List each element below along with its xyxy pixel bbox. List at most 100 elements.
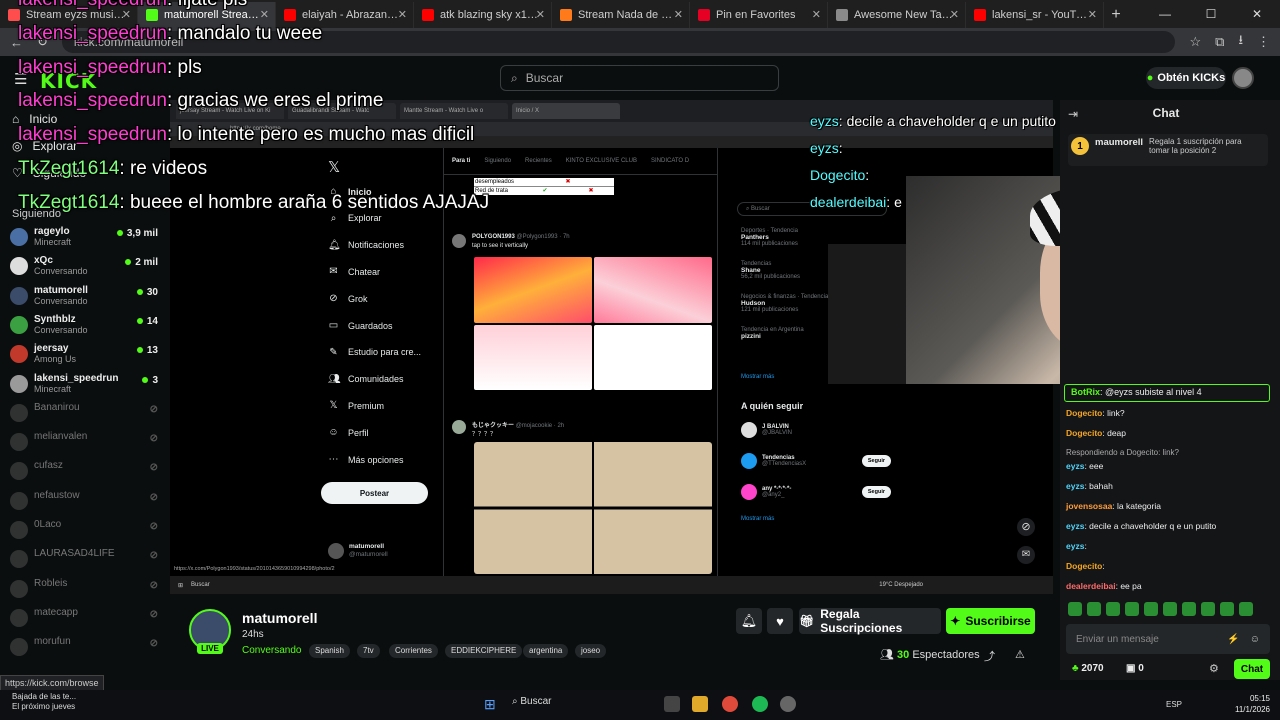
following-name: melianvalen xyxy=(34,431,88,443)
get-kicks-button[interactable]: ● Obtén KICKs xyxy=(1146,67,1226,89)
bookmark-icon: ▭ xyxy=(328,320,339,331)
chat-settings-icon[interactable]: ⚙ xyxy=(1209,662,1219,675)
following-item[interactable]: matumorell Conversando 30 xyxy=(10,285,162,313)
chat-username[interactable]: eyzs xyxy=(1066,541,1084,551)
kick-points-secondary[interactable]: ▣ 0 xyxy=(1126,663,1144,674)
emote-icon[interactable] xyxy=(1068,602,1082,616)
following-item[interactable]: nefaustow ⊘ xyxy=(10,490,162,518)
browser-tab[interactable]: lakensi_sr - YouTube ✕ xyxy=(966,2,1104,28)
chat-username[interactable]: eyzs xyxy=(1066,521,1084,531)
trend-posts: 121 mil publicaciones xyxy=(741,307,799,313)
close-window-button[interactable]: ✕ xyxy=(1234,0,1280,28)
streamer-name[interactable]: matumorell xyxy=(242,610,317,626)
spotify-icon[interactable] xyxy=(752,696,768,712)
chat-username[interactable]: jovensosaa xyxy=(1066,501,1112,511)
emote-icon[interactable] xyxy=(1239,602,1253,616)
emote-icon[interactable] xyxy=(1125,602,1139,616)
overlay-chat-line: TkZegt1614: bueee el hombre araña 6 sent… xyxy=(18,192,489,214)
minimize-button[interactable]: — xyxy=(1142,0,1188,28)
following-item[interactable]: morufun ⊘ xyxy=(10,636,162,664)
following-item[interactable]: matecapp ⊘ xyxy=(10,607,162,635)
check-icon: ✔ xyxy=(542,188,548,194)
overlay-chat-line: lakensi_speedrun: gracias we eres el pri… xyxy=(18,90,383,112)
extensions-icon[interactable]: ⧉ xyxy=(1215,34,1224,50)
windows-start-icon[interactable]: ⊞ xyxy=(484,696,496,713)
stream-overlay-colon: : xyxy=(886,194,895,210)
chat-username[interactable]: Dogecito xyxy=(1066,408,1102,418)
pinned-gift-banner[interactable]: 1 maumorell Regala 1 suscripción para to… xyxy=(1068,134,1268,166)
following-item[interactable]: rageylo Minecraft 3,9 mil xyxy=(10,226,162,254)
chrome-icon[interactable] xyxy=(722,696,738,712)
close-tab-icon[interactable]: ✕ xyxy=(812,8,821,21)
kick-points[interactable]: ♣ 2070 xyxy=(1072,663,1104,674)
emoji-icon[interactable]: ☺ xyxy=(1250,634,1260,645)
search-input[interactable]: ⌕ Buscar xyxy=(500,65,779,91)
keyboard-language[interactable]: ESP xyxy=(1166,700,1182,709)
following-item[interactable]: xQc Conversando 2 mil xyxy=(10,255,162,283)
close-tab-icon[interactable]: ✕ xyxy=(536,8,545,21)
stream-tag[interactable]: argentina xyxy=(523,644,569,658)
following-item[interactable]: Robleis ⊘ xyxy=(10,578,162,606)
emote-icon[interactable] xyxy=(1220,602,1234,616)
report-icon[interactable]: ⚠ xyxy=(1015,648,1025,661)
following-item[interactable]: jeersay Among Us 13 xyxy=(10,343,162,371)
following-item[interactable]: Synthblz Conversando 14 xyxy=(10,314,162,342)
follow-heart-button[interactable]: ♥ xyxy=(767,608,793,634)
stream-tag[interactable]: Corrientes xyxy=(389,644,438,658)
emote-icon[interactable] xyxy=(1087,602,1101,616)
following-item[interactable]: 0Laco ⊘ xyxy=(10,519,162,547)
kick-emote-icon[interactable]: ⚡ xyxy=(1227,634,1239,645)
following-item[interactable]: lakensi_speedrun Minecraft 3 xyxy=(10,373,162,401)
chat-username[interactable]: Dogecito xyxy=(1066,561,1102,571)
close-tab-icon[interactable]: ✕ xyxy=(674,8,683,21)
send-chat-button[interactable]: Chat xyxy=(1234,659,1270,679)
taskbar-search[interactable]: ⌕ Buscar xyxy=(512,696,552,707)
stream-category-link[interactable]: Conversando xyxy=(242,645,301,656)
notification-bell-button[interactable]: 🔔︎ xyxy=(736,608,762,634)
download-icon[interactable]: ⭳ xyxy=(1238,31,1243,53)
stream-tag[interactable]: Spanish xyxy=(309,644,350,658)
following-item[interactable]: Bananirou ⊘ xyxy=(10,402,162,430)
following-item[interactable]: melianvalen ⊘ xyxy=(10,431,162,459)
system-clock[interactable]: 05:15 11/1/2026 xyxy=(1235,693,1270,715)
emote-icon[interactable] xyxy=(1182,602,1196,616)
emote-icon[interactable] xyxy=(1106,602,1120,616)
bookmark-star-icon[interactable]: ☆ xyxy=(1189,34,1201,50)
cross-icon: ✖ xyxy=(565,179,571,185)
overlay-chat-text: fijate pls xyxy=(178,0,248,10)
chat-username[interactable]: dealerdeibai xyxy=(1066,581,1116,591)
maximize-button[interactable]: ☐ xyxy=(1188,0,1234,28)
following-category: Minecraft xyxy=(34,383,72,394)
app-icon[interactable] xyxy=(780,696,796,712)
user-avatar[interactable] xyxy=(1232,67,1254,89)
gift-subs-button[interactable]: 🎁︎ Regala Suscripciones xyxy=(799,607,941,635)
browser-tab[interactable]: atk blazing sky x1 fortnite✕ xyxy=(414,2,552,28)
chat-username[interactable]: Dogecito xyxy=(1066,428,1102,438)
emote-icon[interactable] xyxy=(1163,602,1177,616)
close-tab-icon[interactable]: ✕ xyxy=(950,8,959,21)
following-item[interactable]: LAURASAD4LIFE ⊘ xyxy=(10,548,162,576)
menu-icon[interactable]: ⋮ xyxy=(1257,34,1270,50)
browser-tab[interactable]: Awesome New Tab Page✕ xyxy=(828,2,966,28)
close-tab-icon[interactable]: ✕ xyxy=(1088,8,1097,21)
close-tab-icon[interactable]: ✕ xyxy=(260,8,269,21)
file-explorer-icon[interactable] xyxy=(692,696,708,712)
browser-tab[interactable]: Stream Nada de Vos ,eyzs✕ xyxy=(552,2,690,28)
subscribe-button[interactable]: ✦ Suscribirse xyxy=(946,608,1035,634)
chat-username[interactable]: eyzs xyxy=(1066,461,1084,471)
chat-username[interactable]: eyzs xyxy=(1066,481,1084,491)
new-tab-button[interactable]: + xyxy=(1104,2,1128,28)
share-icon[interactable]: ⤴ xyxy=(984,648,995,664)
chat-input[interactable]: Enviar un mensaje ⚡ ☺ xyxy=(1066,624,1270,654)
close-tab-icon[interactable]: ✕ xyxy=(398,8,407,21)
following-item[interactable]: cufasz ⊘ xyxy=(10,460,162,488)
emote-icon[interactable] xyxy=(1201,602,1215,616)
stream-tag[interactable]: joseo xyxy=(575,644,607,658)
stream-tag[interactable]: EDDIEKCIPHERE xyxy=(445,644,523,658)
following-name: nefaustow xyxy=(34,489,80,501)
news-widget[interactable]: Bajada de las te... El próximo jueves xyxy=(12,692,76,712)
stream-tag[interactable]: 7tv xyxy=(357,644,380,658)
task-view-icon[interactable] xyxy=(664,696,680,712)
browser-tab[interactable]: Pin en Favorites ✕ xyxy=(690,2,828,28)
emote-icon[interactable] xyxy=(1144,602,1158,616)
